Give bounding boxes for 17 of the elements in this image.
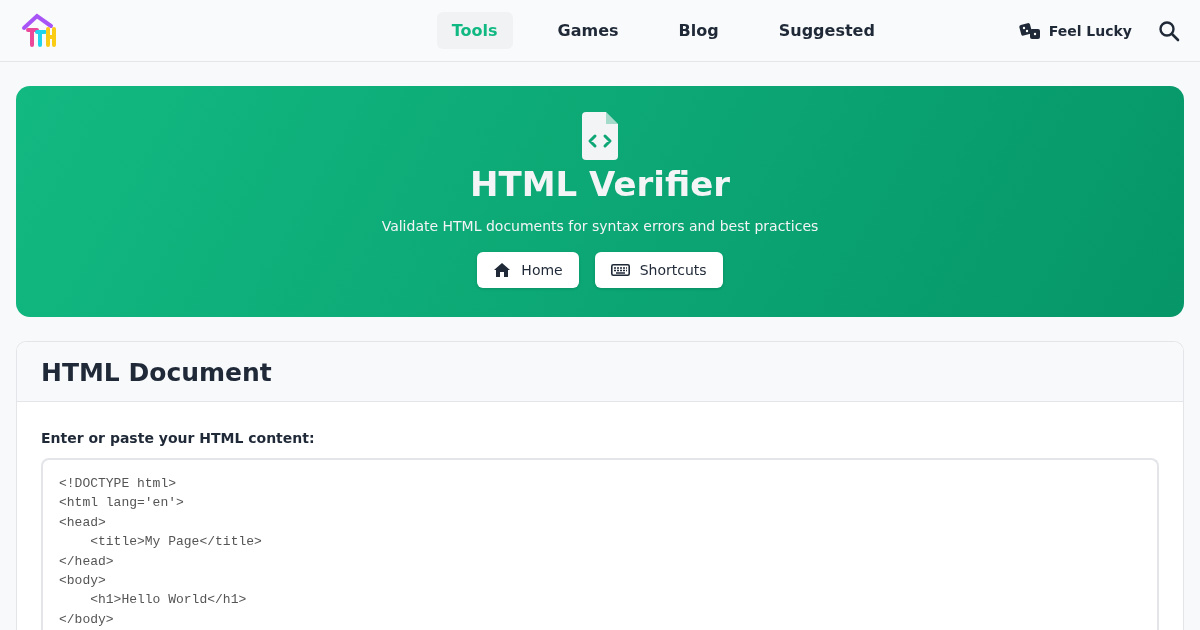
feel-lucky-link[interactable]: Feel Lucky [1018,21,1132,40]
nav-tab[interactable]: Suggested [763,12,890,49]
keyboard-icon [610,264,630,276]
dice-icon [1018,21,1041,40]
home-icon [493,262,512,278]
page-title: HTML Verifier [470,164,730,204]
code-file-icon [582,112,618,160]
home-button[interactable]: Home [477,252,579,288]
shortcuts-button[interactable]: Shortcuts [594,252,723,288]
nav-tab[interactable]: Blog [663,12,734,49]
search-icon[interactable] [1158,19,1180,42]
field-label: Enter or paste your HTML content: [41,430,316,446]
nav-tab[interactable]: Games [542,12,634,49]
house-logo-icon[interactable] [20,11,58,50]
card-title: HTML Document [41,358,273,387]
page-subtitle: Validate HTML documents for syntax errors and best practices [381,218,819,234]
html-input-field[interactable]: <!DOCTYPE html> <html lang='en'> <head> <title>My Page</title> </head> <body> <h1>Hello World</h1> </body> [41,458,1159,630]
